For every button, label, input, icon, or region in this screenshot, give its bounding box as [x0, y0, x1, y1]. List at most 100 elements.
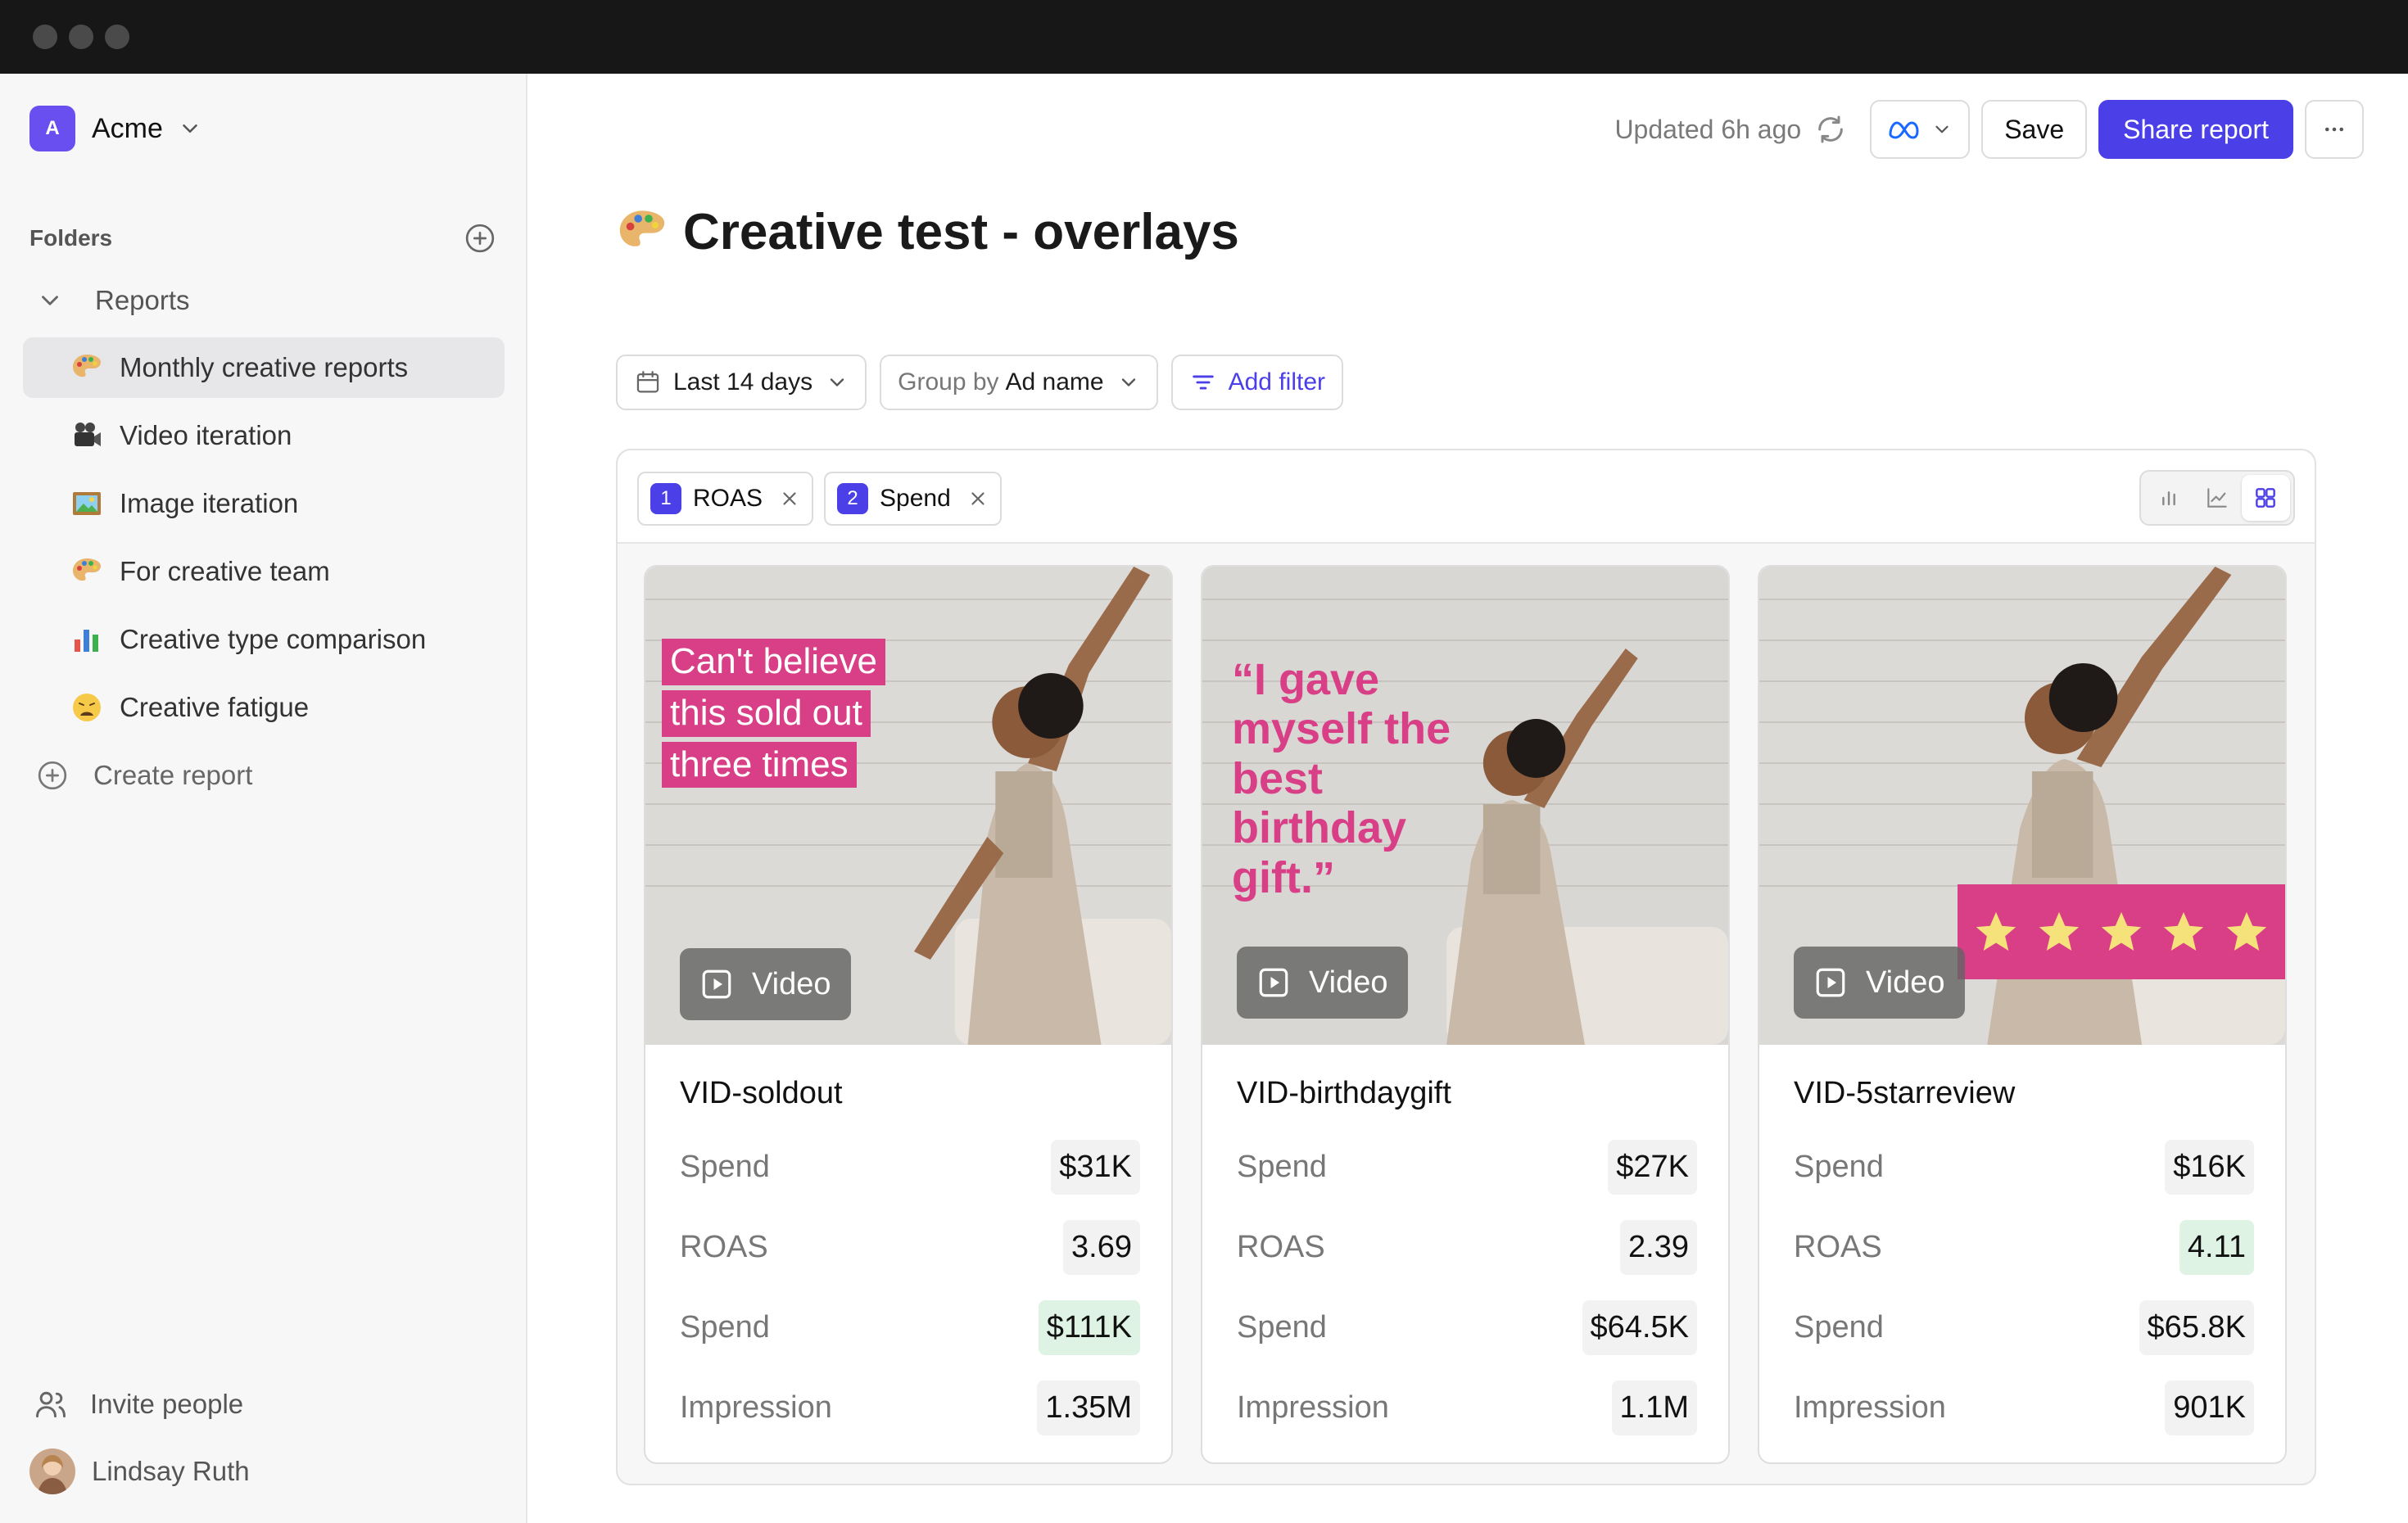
- star-icon: [2164, 911, 2204, 951]
- date-range-label: Last 14 days: [673, 368, 813, 395]
- sidebar-item-label: For creative team: [120, 556, 330, 586]
- page-title: Creative test - overlays: [616, 195, 1239, 269]
- group-by-prefix: Group by: [898, 368, 999, 395]
- close-icon[interactable]: [779, 488, 800, 509]
- overlay-line: Can't believe: [662, 639, 885, 685]
- folders-label: Folders: [29, 225, 113, 251]
- sidebar-item-creative-fatigue[interactable]: Creative fatigue: [23, 677, 505, 738]
- ad-overlay-text: Can't believe this sold out three times: [662, 639, 885, 793]
- report-title[interactable]: Creative test - overlays: [683, 203, 1239, 261]
- metric-value: 1.1M: [1611, 1380, 1697, 1435]
- metric-value: $65.8K: [2139, 1299, 2254, 1355]
- meta-logo-icon: [1889, 121, 1919, 139]
- folders-header: Folders: [29, 218, 496, 259]
- chevron-down-icon: [183, 124, 197, 133]
- plus-circle-icon: [38, 761, 67, 790]
- metric-label: Impression: [1794, 1390, 1946, 1425]
- create-report-button[interactable]: Create report: [23, 745, 505, 806]
- metric-row: Spend $65.8K: [1794, 1294, 2254, 1361]
- metric-value: 2.39: [1620, 1219, 1697, 1275]
- chevron-down-icon: [1935, 125, 1949, 133]
- close-icon[interactable]: [967, 488, 989, 509]
- metric-chip-number: 2: [837, 483, 868, 514]
- save-button[interactable]: Save: [1981, 100, 2088, 159]
- workspace-name: Acme: [92, 112, 163, 144]
- metric-chip-label: Spend: [880, 485, 951, 512]
- window-titlebar: [0, 0, 2408, 74]
- metric-chip-roas[interactable]: 1 ROAS: [637, 472, 814, 526]
- creative-thumbnail[interactable]: “I gave myself the best birthday gift.” …: [1202, 567, 1728, 1045]
- invite-people-label: Invite people: [90, 1389, 244, 1419]
- metric-label: Impression: [680, 1390, 832, 1425]
- metric-value: $16K: [2165, 1139, 2254, 1195]
- star-rating-overlay: [1958, 884, 2285, 979]
- user-menu[interactable]: Lindsay Ruth: [29, 1443, 250, 1500]
- creative-thumbnail[interactable]: Video: [1759, 567, 2285, 1045]
- metric-value: 3.69: [1063, 1219, 1140, 1275]
- weary-face-emoji-icon: [69, 689, 105, 725]
- metric-chip-label: ROAS: [693, 485, 763, 512]
- updated-status: Updated 6h ago: [1614, 114, 1802, 144]
- metric-value: 1.35M: [1037, 1380, 1140, 1435]
- metric-label: ROAS: [1794, 1229, 1882, 1264]
- platform-select[interactable]: [1870, 100, 1971, 159]
- framed-picture-emoji-icon: [69, 486, 105, 522]
- metric-row: ROAS 4.11: [1794, 1213, 2254, 1281]
- star-icon: [2039, 911, 2079, 951]
- creative-card[interactable]: “I gave myself the best birthday gift.” …: [1201, 565, 1730, 1464]
- reports-folder-toggle[interactable]: Reports: [23, 270, 505, 331]
- metric-label: ROAS: [1237, 1229, 1325, 1264]
- star-icon: [2101, 911, 2142, 951]
- grid-icon: [2256, 488, 2276, 508]
- group-by-select[interactable]: Group by Ad name: [880, 355, 1158, 410]
- add-filter-button[interactable]: Add filter: [1170, 355, 1343, 410]
- creative-grid-panel: 1 ROAS 2 Spend Can't believe this sold o…: [616, 449, 2316, 1485]
- creative-card[interactable]: Can't believe this sold out three times …: [644, 565, 1173, 1464]
- ad-name: VID-birthdaygift: [1237, 1076, 1451, 1110]
- creative-card[interactable]: Video VID-5starreview Spend $16K ROAS 4.11…: [1758, 565, 2287, 1464]
- window-close-button[interactable]: [33, 25, 57, 49]
- create-report-label: Create report: [93, 760, 253, 790]
- sidebar-item-label: Creative fatigue: [120, 692, 310, 722]
- sidebar-item-creative-type-comparison[interactable]: Creative type comparison: [23, 609, 505, 670]
- invite-people-button[interactable]: Invite people: [29, 1376, 243, 1433]
- share-report-button[interactable]: Share report: [2098, 100, 2293, 159]
- metric-chip-number: 1: [650, 483, 681, 514]
- view-toggle: [2139, 470, 2295, 526]
- video-badge-label: Video: [1866, 965, 1945, 1000]
- grid-view-button[interactable]: [2241, 475, 2290, 521]
- date-range-select[interactable]: Last 14 days: [616, 355, 867, 410]
- line-chart-view-button[interactable]: [2193, 475, 2241, 521]
- video-badge: Video: [1237, 947, 1408, 1019]
- workspace-avatar: A: [29, 106, 75, 151]
- video-camera-emoji-icon: [69, 418, 105, 454]
- palette-emoji-icon: [69, 350, 105, 386]
- bar-chart-view-button[interactable]: [2144, 475, 2193, 521]
- more-options-button[interactable]: [2305, 100, 2364, 159]
- video-badge: Video: [1794, 947, 1965, 1019]
- refresh-icon[interactable]: [1814, 113, 1847, 146]
- window-zoom-button[interactable]: [105, 25, 129, 49]
- group-by-value: Ad name: [1005, 368, 1104, 395]
- metric-value: $31K: [1051, 1139, 1140, 1195]
- sidebar-item-monthly-creative-reports[interactable]: Monthly creative reports: [23, 337, 505, 398]
- metric-chip-spend[interactable]: 2 Spend: [824, 472, 1002, 526]
- add-folder-icon[interactable]: [464, 222, 496, 255]
- creative-thumbnail[interactable]: Can't believe this sold out three times …: [645, 567, 1171, 1045]
- sidebar-item-video-iteration[interactable]: Video iteration: [23, 405, 505, 466]
- sidebar-item-label: Image iteration: [120, 488, 299, 518]
- sidebar-item-label: Creative type comparison: [120, 624, 427, 654]
- metric-row: Impression 1.35M: [680, 1374, 1140, 1441]
- ad-name: VID-5starreview: [1794, 1076, 2016, 1110]
- metric-label: Spend: [680, 1149, 770, 1184]
- palette-emoji-icon: [69, 554, 105, 590]
- sidebar-item-for-creative-team[interactable]: For creative team: [23, 541, 505, 602]
- metric-value: 901K: [2165, 1380, 2254, 1435]
- video-badge-label: Video: [1309, 965, 1388, 1000]
- more-horizontal-icon: [2325, 127, 2343, 132]
- window-minimize-button[interactable]: [69, 25, 93, 49]
- filter-bar: Last 14 days Group by Ad name Add filter: [616, 354, 1343, 411]
- workspace-switcher[interactable]: A Acme: [29, 105, 202, 152]
- sidebar-item-image-iteration[interactable]: Image iteration: [23, 473, 505, 534]
- metric-row: ROAS 3.69: [680, 1213, 1140, 1281]
